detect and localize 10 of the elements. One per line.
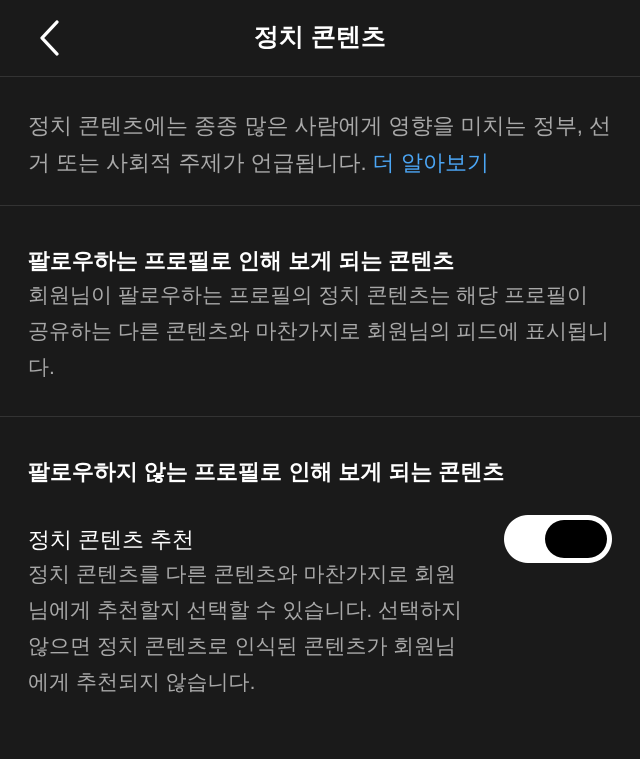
- intro-text: 정치 콘텐츠에는 종종 많은 사람에게 영향을 미치는 정부, 선거 또는 사회적 주제가 언급됩니다. 더 알아보기: [28, 112, 612, 177]
- toggle-switch[interactable]: [504, 515, 612, 563]
- section-heading: 팔로우하는 프로필로 인해 보게 되는 콘텐츠: [28, 247, 456, 275]
- section-heading: 팔로우하지 않는 프로필로 인해 보게 되는 콘텐츠: [28, 458, 506, 486]
- setting-description: 정치 콘텐츠를 다른 콘텐츠와 마찬가지로 회원님에게 추천할지 선택할 수 있습니다. 선택하지 않으면 정치 콘텐츠로 인식된 콘텐츠가 회원님에게 추천되지 않습니다.: [28, 562, 464, 696]
- learn-more-link[interactable]: 더 알아보기: [372, 150, 489, 175]
- setting-label: 정치 콘텐츠 추천: [28, 526, 196, 554]
- section-description: 회원님이 팔로우하는 프로필의 정치 콘텐츠는 해당 프로필이 공유하는 다른 콘텐츠와 마찬가지로 회원님의 피드에 표시됩니다.: [28, 283, 610, 381]
- back-icon: [38, 19, 60, 57]
- page-title: 정치 콘텐츠: [254, 22, 386, 54]
